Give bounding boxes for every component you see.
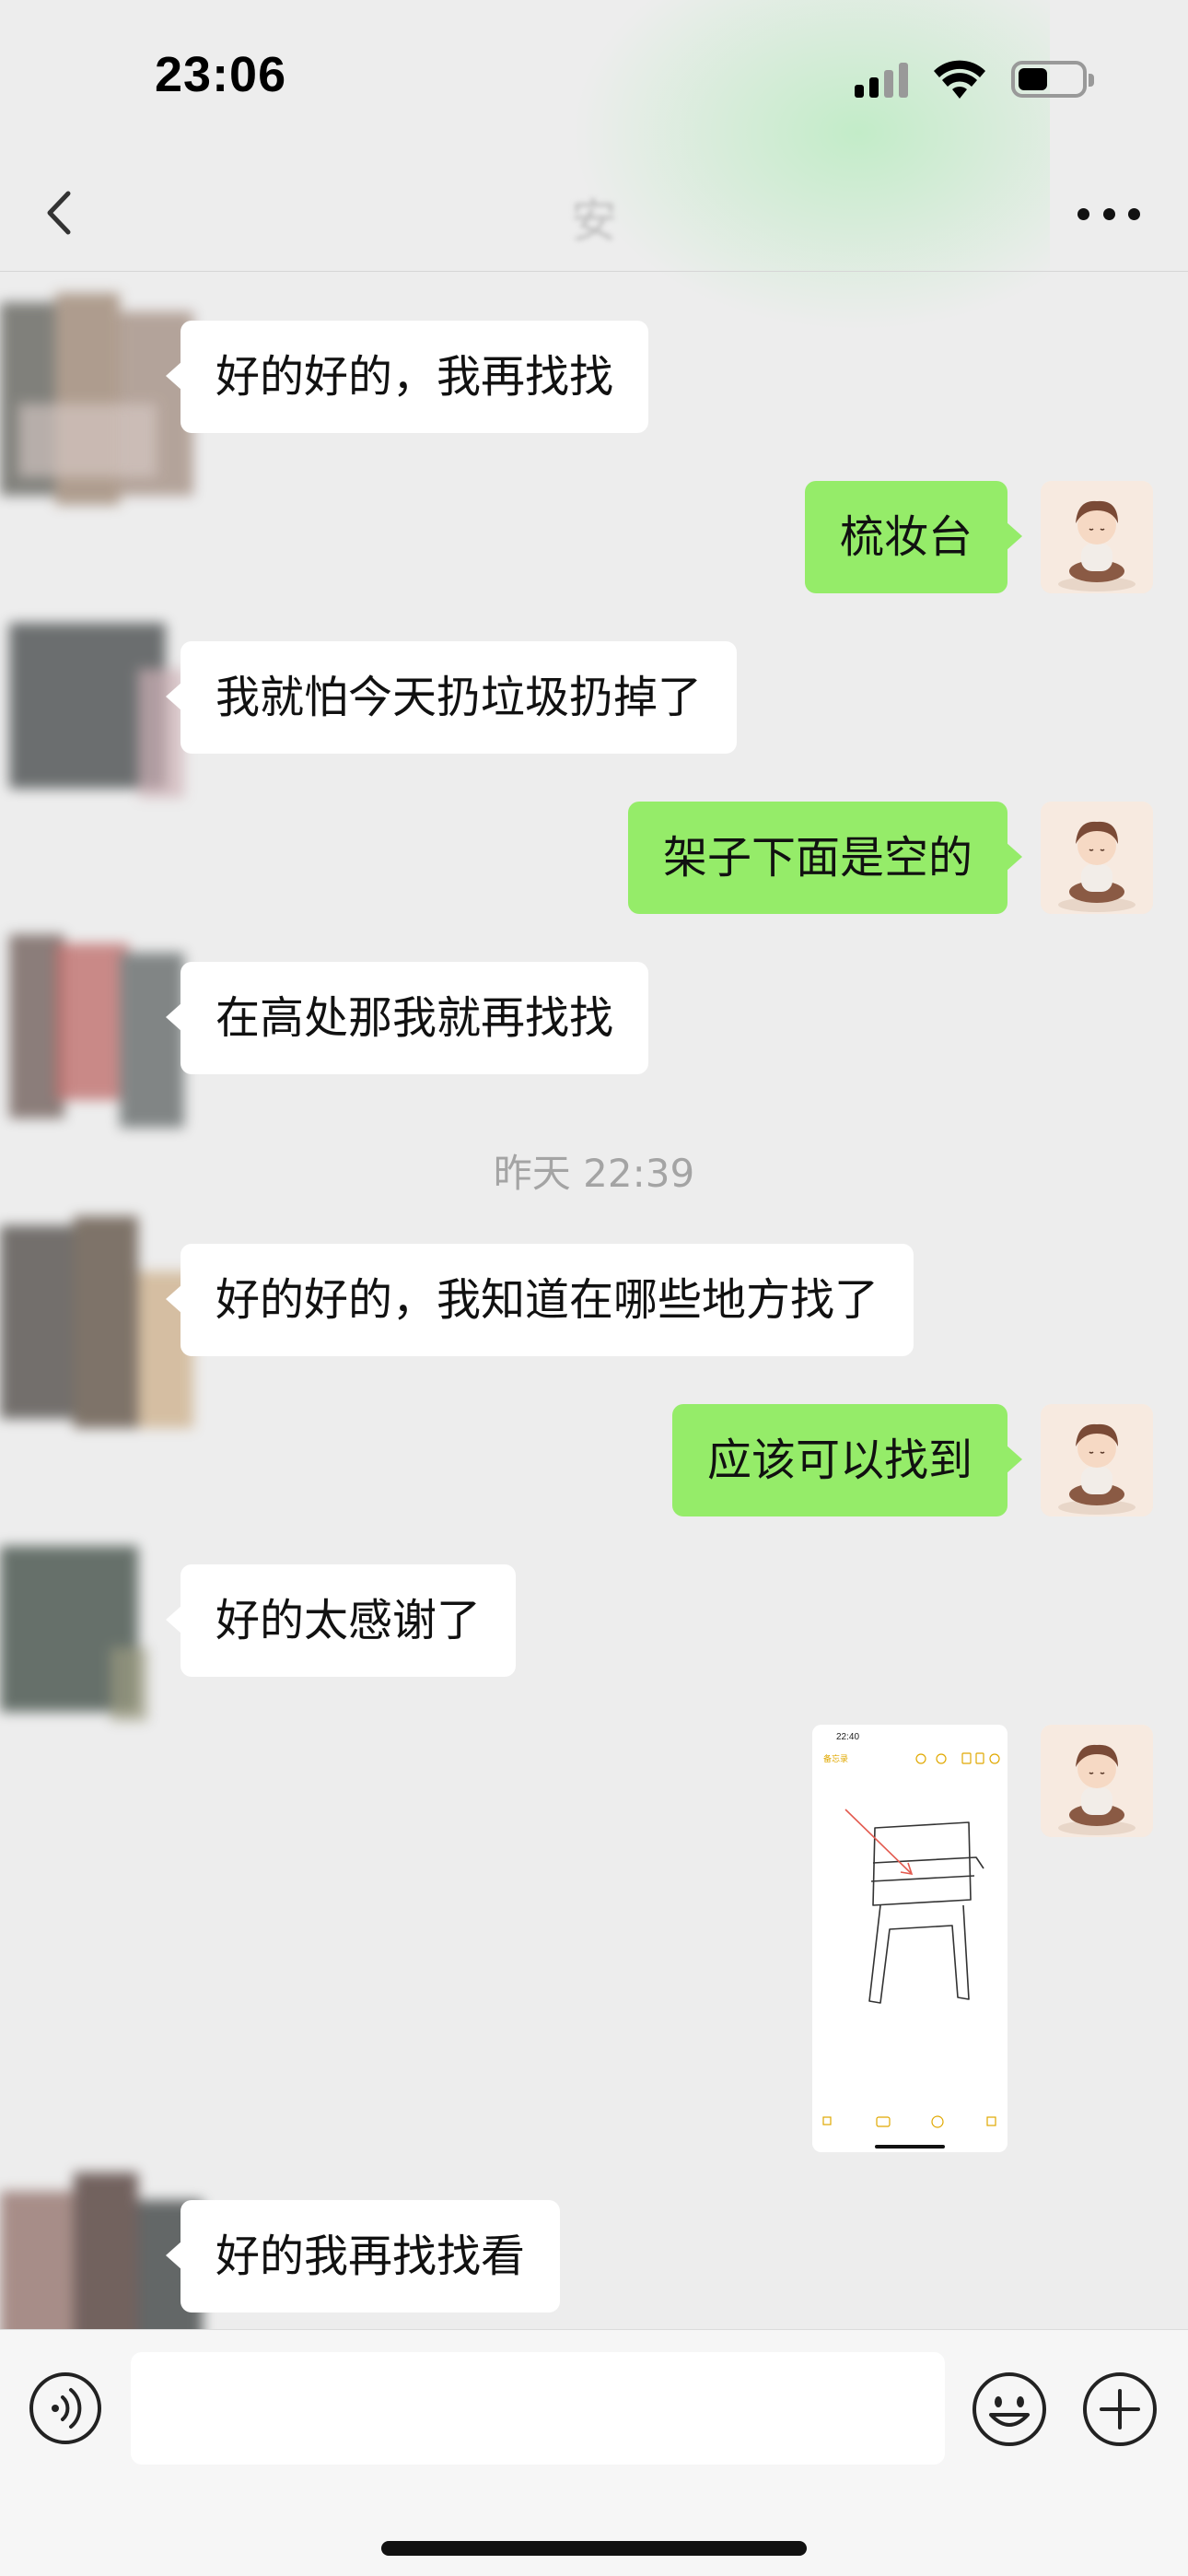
voice-icon[interactable] <box>28 2371 103 2446</box>
emoji-icon[interactable] <box>971 2371 1048 2448</box>
message-bubble-sent[interactable]: 梳妆台 <box>804 481 1023 593</box>
message-bubble-received[interactable]: 好的好的，我知道在哪些地方找了 <box>165 1244 914 1356</box>
message-input[interactable] <box>131 2352 945 2465</box>
avatar[interactable] <box>1041 802 1153 914</box>
message-bubble-sent[interactable]: 架子下面是空的 <box>627 802 1023 914</box>
nav-bar: 安 <box>0 157 1188 272</box>
message-bubble-received[interactable]: 好的我再找找看 <box>165 2200 561 2313</box>
image-message[interactable]: 22:40 备忘录 <box>812 1725 1007 2152</box>
thumbnail-back-label: 备忘录 <box>823 1753 848 1763</box>
avatar[interactable] <box>1041 481 1153 593</box>
message-bubble-sent[interactable]: 应该可以找到 <box>671 1404 1023 1516</box>
avatar[interactable] <box>1041 1404 1153 1516</box>
status-bar: 23:06 <box>0 0 1188 157</box>
message-bubble-received[interactable]: 我就怕今天扔垃圾扔掉了 <box>165 641 738 754</box>
input-bar <box>0 2329 1188 2576</box>
thumbnail-time: 22:40 <box>836 1732 859 1742</box>
wifi-icon <box>934 60 985 99</box>
message-timestamp: 昨天 22:39 <box>493 1151 695 1196</box>
home-indicator[interactable] <box>381 2541 807 2556</box>
message-bubble-received[interactable]: 好的太感谢了 <box>165 1564 517 1677</box>
chat-title: 安 <box>571 194 617 248</box>
avatar[interactable] <box>1041 1725 1153 1837</box>
chat-screen: 23:06 安 好的好的，我再找找 梳妆台 我就怕今天扔垃圾扔掉了 架子下面是空… <box>0 0 1188 2576</box>
signal-icon <box>855 61 908 98</box>
status-time: 23:06 <box>155 47 287 102</box>
plus-icon[interactable] <box>1081 2371 1159 2448</box>
more-dots-icon[interactable] <box>1077 193 1140 234</box>
battery-icon <box>1011 61 1094 98</box>
status-icons <box>855 57 1094 101</box>
message-bubble-received[interactable]: 在高处那我就再找找 <box>165 962 649 1074</box>
notes-sketch-thumbnail: 22:40 备忘录 <box>812 1725 1007 2152</box>
message-bubble-received[interactable]: 好的好的，我再找找 <box>165 321 649 433</box>
